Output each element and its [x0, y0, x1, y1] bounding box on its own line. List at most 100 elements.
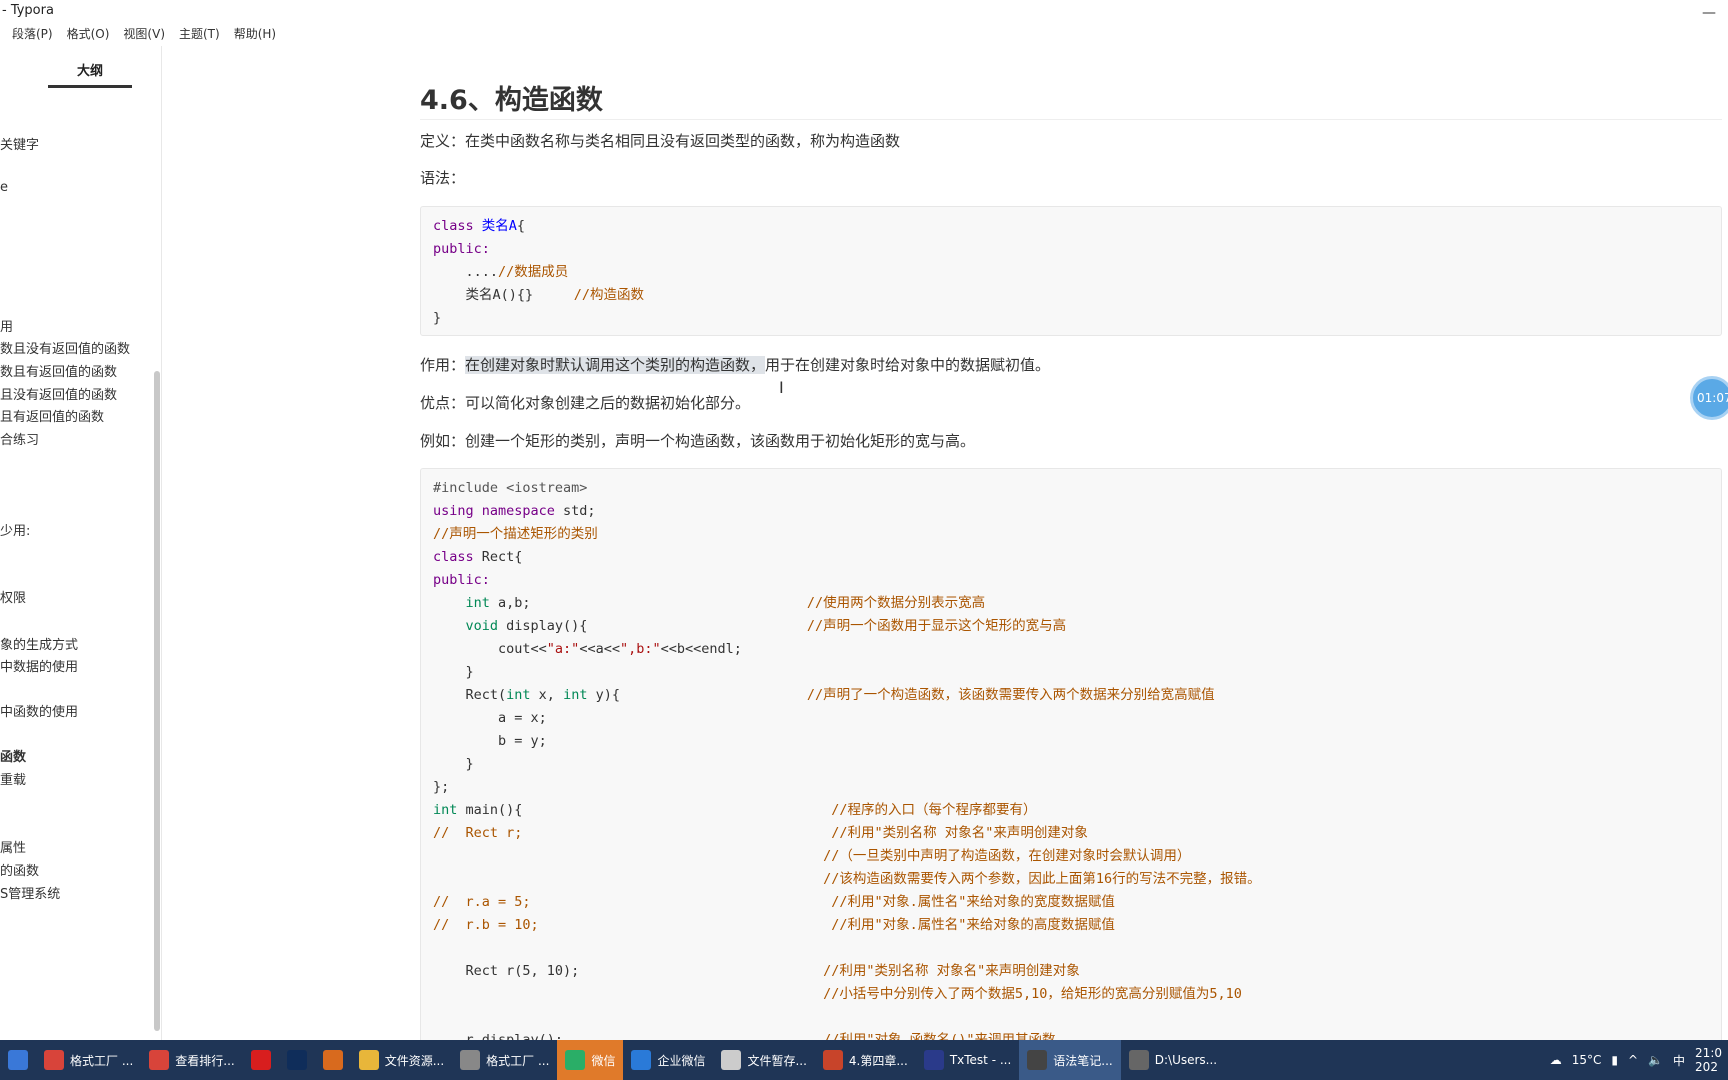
tab-outline[interactable]: 大纲: [48, 60, 132, 88]
recording-timer-badge[interactable]: 01:07: [1690, 376, 1728, 420]
outline-item[interactable]: 函数: [0, 746, 26, 765]
code-line: Rect(int x, int y){ //声明了一个构造函数，该函数需要传入两…: [433, 684, 1709, 707]
window-title: - Typora: [2, 3, 54, 18]
outline-item[interactable]: 权限: [0, 587, 26, 606]
code-token: // r.a = 5; //利用"对象.属性名"来给对象的宽度数据赋值: [433, 894, 1115, 910]
menu-paragraph[interactable]: 段落(P): [12, 22, 53, 46]
outline-item[interactable]: 象的生成方式: [0, 634, 78, 653]
code-token: <<a<<: [579, 641, 620, 657]
example-code-block[interactable]: #include <iostream> using namespace std; /…: [420, 468, 1722, 1040]
taskbar-button[interactable]: 企业微信: [623, 1040, 713, 1080]
code-line: void display(){ //声明一个函数用于显示这个矩形的宽与高: [433, 615, 1709, 638]
code-token: {: [516, 218, 526, 234]
tray-expand-icon[interactable]: ^: [1628, 1053, 1638, 1067]
taskbar-label: 文件暂存...: [747, 1053, 807, 1068]
outline-item[interactable]: 用: [0, 316, 13, 335]
taskbar-button[interactable]: 查看排行...: [141, 1040, 242, 1080]
minimize-icon[interactable]: —: [1702, 2, 1716, 24]
weather-temp[interactable]: 15°C: [1572, 1053, 1602, 1067]
outline-item[interactable]: 数且没有返回值的函数: [0, 338, 130, 357]
code-token: y){: [595, 687, 807, 703]
taskbar-button[interactable]: 文件资源...: [351, 1040, 452, 1080]
taskbar-label: 查看排行...: [175, 1053, 235, 1068]
code-token: <<b<<endl;: [660, 641, 742, 657]
code-line: Rect r(5, 10); //利用"类别名称 对象名"来声明创建对象: [433, 960, 1709, 983]
taskbar-button[interactable]: 格式工厂 ...: [36, 1040, 141, 1080]
file-store-icon: [721, 1050, 742, 1070]
outline-item[interactable]: 合练习: [0, 429, 39, 448]
menu-view[interactable]: 视图(V): [123, 22, 165, 46]
outline-item[interactable]: 中函数的使用: [0, 701, 78, 720]
code-token: //声明了一个构造函数，该函数需要传入两个数据来分别给宽高赋值: [806, 687, 1215, 703]
outline-item[interactable]: 重载: [0, 769, 26, 788]
taskbar-button[interactable]: 微信: [557, 1040, 624, 1080]
advantage-text: 优点：可以简化对象创建之后的数据初始化部分。: [420, 394, 751, 412]
taskbar-button[interactable]: [315, 1040, 351, 1080]
outline-item[interactable]: 中数据的使用: [0, 656, 78, 675]
outline-item[interactable]: 且没有返回值的函数: [0, 384, 117, 403]
ime-lang[interactable]: 中: [1673, 1052, 1685, 1069]
taskbar-label: 语法笔记...: [1053, 1053, 1113, 1068]
app-icon: [322, 1050, 343, 1070]
outline-item[interactable]: 的函数: [0, 860, 39, 879]
code-token: x,: [538, 687, 564, 703]
code-line: };: [433, 776, 1709, 799]
taskbar-button[interactable]: D:\Users...: [1121, 1040, 1225, 1080]
taskbar-button[interactable]: [279, 1040, 315, 1080]
photoshop-icon: [286, 1050, 307, 1070]
taskbar-button[interactable]: 格式工厂 ...: [452, 1040, 557, 1080]
taskbar-button[interactable]: 语法笔记...: [1019, 1040, 1121, 1080]
editor-area[interactable]: 4.6、构造函数 定义：在类中函数名称与类名相同且没有返回类型的函数，称为构造函…: [162, 46, 1728, 1040]
code-token: cout<<: [433, 641, 547, 657]
code-line: b = y;: [433, 730, 1709, 753]
outline-item[interactable]: 少用:: [0, 520, 30, 539]
purpose-label: 作用：: [420, 356, 466, 374]
code-line: }: [433, 307, 1709, 330]
weather-icon[interactable]: ☁: [1550, 1053, 1562, 1067]
outline-item[interactable]: e: [0, 180, 8, 195]
taskbar-button[interactable]: [243, 1040, 279, 1080]
code-line: r.display(); //利用"对象.函数名()"来调用其函数: [433, 1029, 1709, 1040]
code-token: };: [433, 779, 450, 795]
code-line: // r.a = 5; //利用"对象.属性名"来给对象的宽度数据赋值: [433, 891, 1709, 914]
code-line: class 类名A{: [433, 215, 1709, 238]
code-line: int main(){ //程序的入口（每个程序都要有）: [433, 799, 1709, 822]
taskbar-button[interactable]: [0, 1040, 36, 1080]
outline-item[interactable]: S管理系统: [0, 883, 60, 902]
code-token: class: [433, 218, 482, 234]
code-token: //构造函数: [573, 287, 645, 303]
code-token: //声明一个描述矩形的类别: [433, 526, 598, 542]
outline-item[interactable]: 数且有返回值的函数: [0, 361, 117, 380]
syntax-code-block[interactable]: class 类名A{public: ....//数据成员 类名A(){} //构…: [420, 206, 1722, 336]
volume-icon[interactable]: 🔈: [1648, 1053, 1663, 1067]
definition-text: 定义：在类中函数名称与类名相同且没有返回类型的函数，称为构造函数: [420, 132, 901, 150]
clock[interactable]: 21:0 202: [1695, 1046, 1722, 1074]
taskbar-label: 格式工厂 ...: [486, 1053, 550, 1068]
outline-item[interactable]: 属性: [0, 837, 26, 856]
chrome-icon: [149, 1050, 170, 1070]
outline-item[interactable]: 关键字: [0, 134, 39, 153]
code-token: ....: [433, 264, 499, 280]
taskbar-button[interactable]: 文件暂存...: [713, 1040, 814, 1080]
menu-theme[interactable]: 主题(T): [179, 22, 220, 46]
taskbar-button[interactable]: TxTest - ...: [916, 1040, 1019, 1080]
code-token: //利用"对象.函数名()"来调用其函数: [823, 1032, 1056, 1040]
menu-format[interactable]: 格式(O): [67, 22, 110, 46]
code-line: using namespace std;: [433, 500, 1709, 523]
taskbar-label: 微信: [591, 1053, 616, 1068]
code-line: //小括号中分别传入了两个数据5,10，给矩形的宽高分别赋值为5,10: [433, 983, 1709, 1006]
devcpp-icon: [923, 1050, 944, 1070]
chrome-icon: [44, 1050, 64, 1070]
syntax-label: 语法：: [420, 169, 466, 187]
purpose-highlight: 在创建对象时默认调用这个类别的构造函数，: [465, 356, 766, 374]
explorer-window-icon: [1128, 1050, 1149, 1070]
outline-item[interactable]: 且有返回值的函数: [0, 406, 104, 425]
menu-help[interactable]: 帮助(H): [234, 22, 276, 46]
sidebar-scrollbar[interactable]: [154, 371, 160, 1031]
code-token: 类名A(){}: [433, 287, 574, 303]
taskbar-button[interactable]: 4.第四章...: [815, 1040, 916, 1080]
